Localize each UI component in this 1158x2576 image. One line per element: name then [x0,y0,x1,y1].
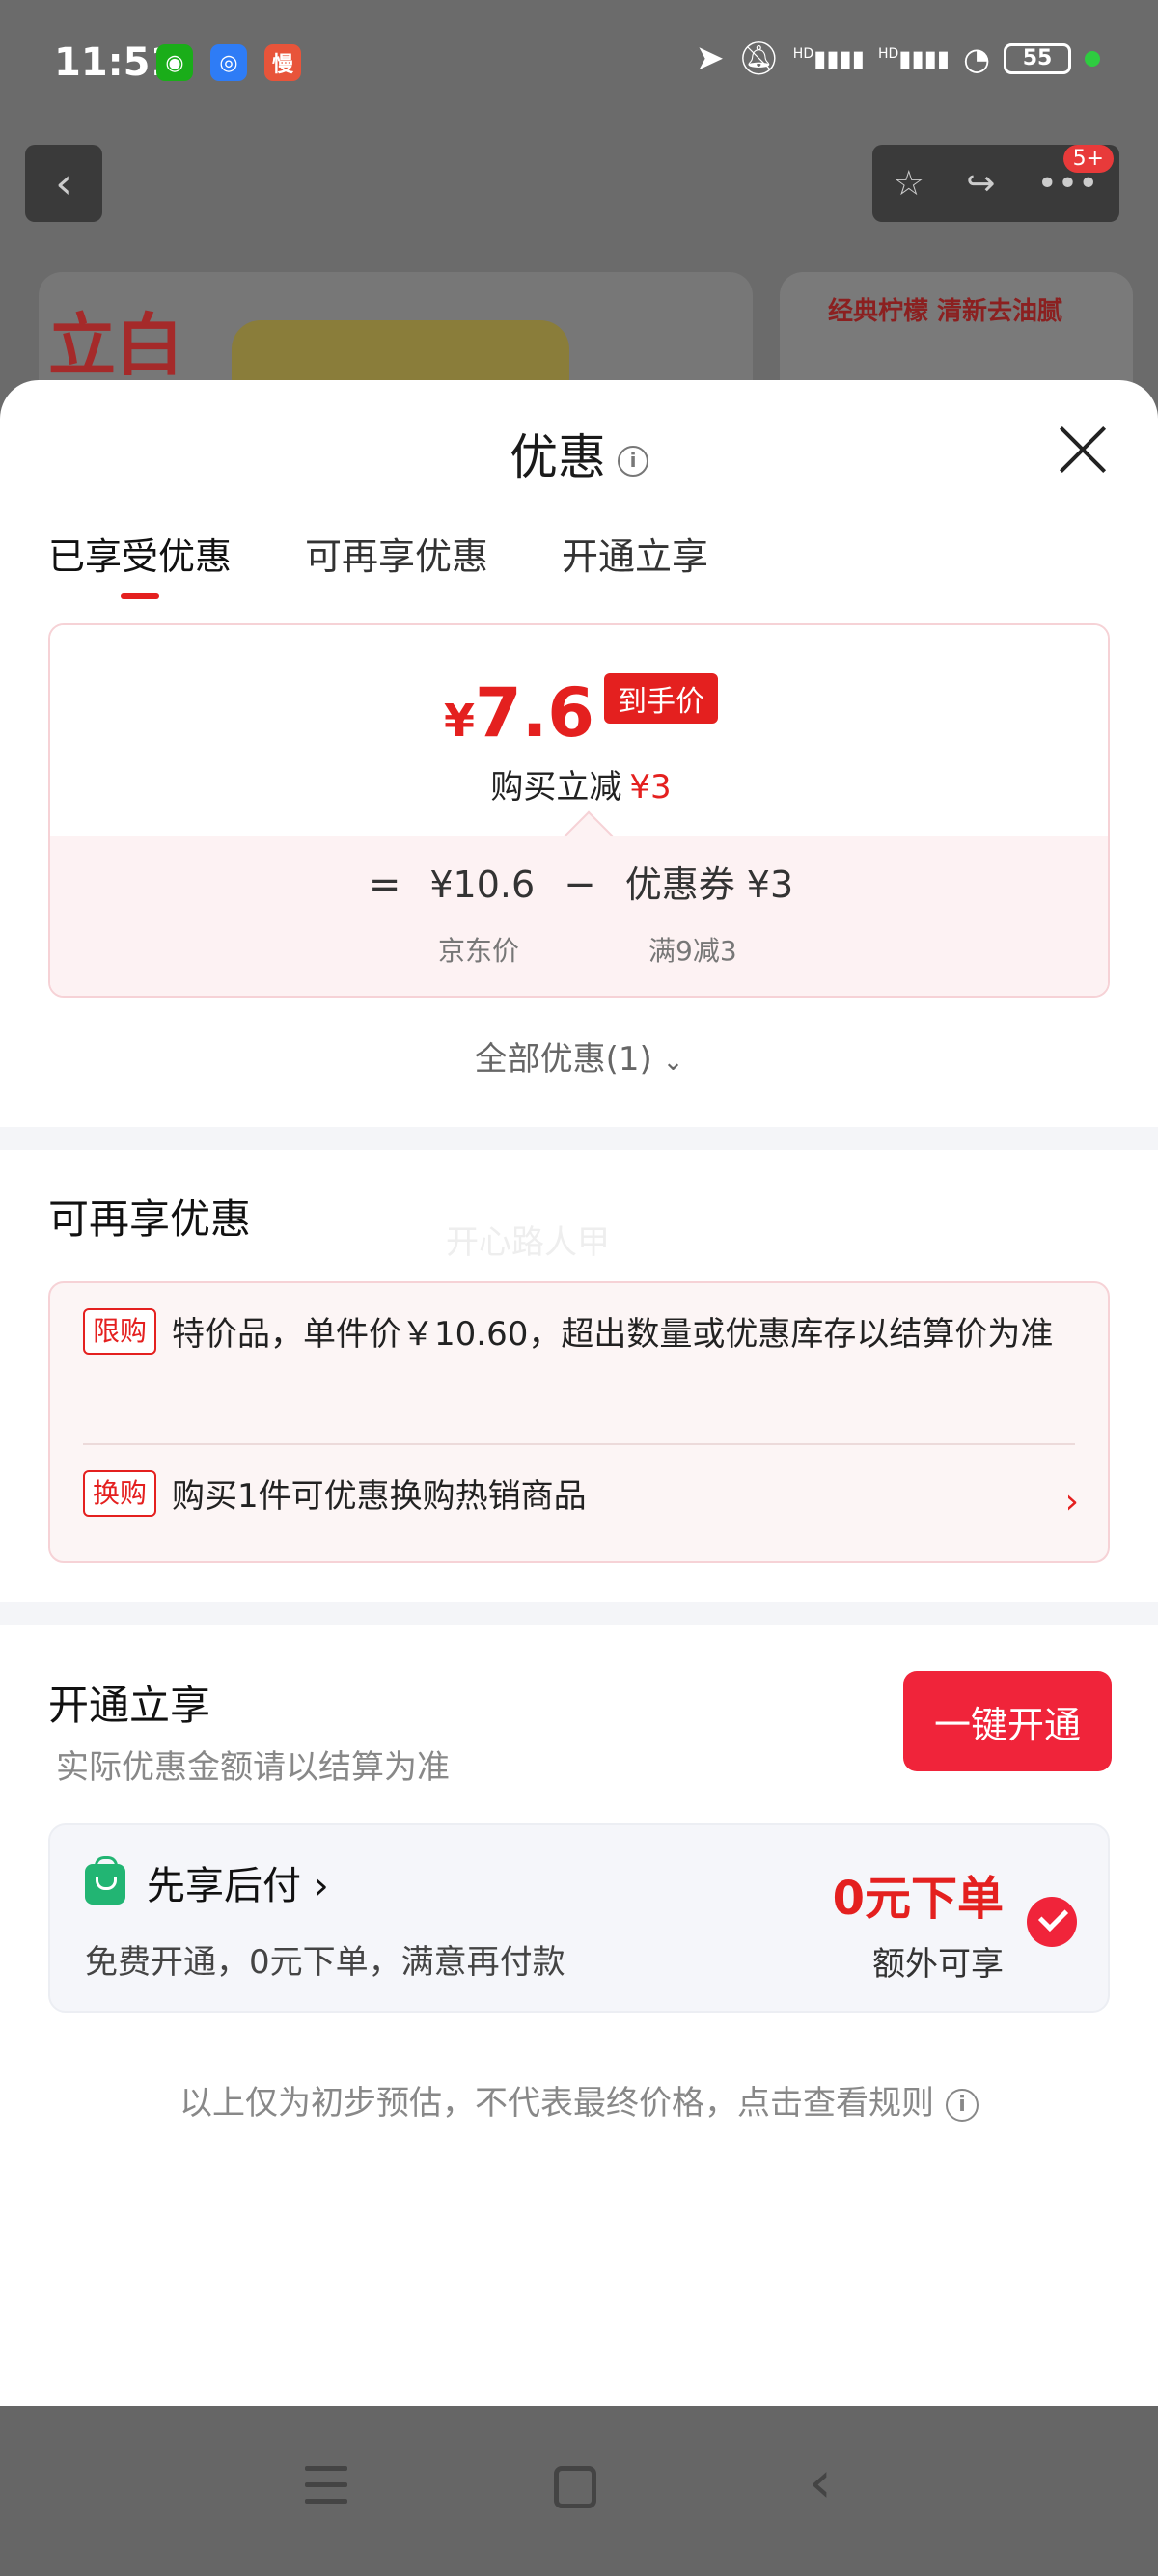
system-nav-bar: ‹ [0,2406,1158,2576]
sheet-title: 优惠 i [0,419,1158,488]
paylater-card[interactable]: 先享后付 › 免费开通，0元下单，满意再付款 0元下单 额外可享 [48,1823,1110,2013]
location-icon: ➤ [695,39,725,78]
battery-icon: 55 [1004,42,1071,74]
promo-item-limit: 限购 特价品，单件价￥10.60，超出数量或优惠库存以结算价为准 [83,1308,1075,1360]
minus-sign: − [564,863,596,907]
paylater-title-text: 先享后付 [147,1864,301,1908]
promo-tag: 限购 [83,1308,157,1355]
tab-enjoyed[interactable]: 已享受优惠 [48,527,232,599]
paylater-desc: 免费开通，0元下单，满意再付款 [85,1943,565,1982]
saving-amount: ¥3 [629,768,672,807]
more-section-title: 可再享优惠 [48,1195,252,1243]
shopping-bag-icon [85,1856,125,1905]
final-price-value: 7.6 [475,673,595,753]
tab-open[interactable]: 开通立享 [562,527,708,599]
rules-footnote[interactable]: 以上仅为初步预估，不代表最终价格，点击查看规则 i [0,2076,1158,2124]
header-actions: ☆ ↪ ••• 5+ [872,145,1119,222]
promo-card: 限购 特价品，单件价￥10.60，超出数量或优惠库存以结算价为准 换购 购买1件… [48,1281,1110,1563]
wifi-icon: ◔ [963,40,990,77]
mute-icon: 🔕︎ [737,39,780,78]
chevron-right-icon: › [313,1864,329,1908]
home-icon[interactable] [554,2466,596,2508]
discount-sheet: 优惠 i 已享受优惠 可再享优惠 开通立享 ¥7.6 到手价 购买立减 ¥3 = ¥1… [0,380,1158,2406]
promo-separator [83,1443,1075,1445]
jd-price-label: 京东价 [438,935,520,967]
info-icon[interactable]: i [946,2088,979,2122]
brand-logo-text: 立白 [48,306,183,385]
product-tag: 经典柠檬 清新去油腻 [828,297,1063,326]
signal-icon: HD▮▮▮▮ [792,44,865,72]
promo-item-exchange[interactable]: 换购 购买1件可优惠换购热销商品 [83,1470,1075,1522]
chevron-right-icon[interactable]: › [1065,1482,1079,1521]
wechat-icon: ◉ [156,44,193,81]
paylater-amount: 0元下单 [832,1872,1004,1926]
promo-tag: 换购 [83,1470,157,1517]
message-badge: 5+ [1062,145,1114,173]
final-price: ¥7.6 到手价 [50,673,1108,753]
section-divider [0,1602,1158,1625]
final-price-badge: 到手价 [604,673,719,724]
signal-icon-2: HD▮▮▮▮ [877,44,951,72]
info-icon[interactable]: i [618,445,648,477]
share-icon[interactable]: ↪ [966,164,995,204]
all-discounts-toggle[interactable]: 全部优惠(1) ⌄ [0,1032,1158,1080]
equals-sign: = [368,863,401,907]
discount-tabs: 已享受优惠 可再享优惠 开通立享 [48,527,708,599]
currency-symbol: ¥ [443,695,475,747]
coupon-amount: 优惠券 ¥3 [624,863,794,906]
status-indicators: ➤ 🔕︎ HD▮▮▮▮ HD▮▮▮▮ ◔ 55 [695,39,1100,78]
product-page-header: ‹ ☆ ↪ ••• 5+ 立白 经典柠檬 清新去油腻 [0,131,1158,426]
slow-app-icon: 慢 [264,44,301,81]
coupon-condition: 满9减3 [648,935,737,967]
menu-icon[interactable] [305,2466,347,2508]
watermark: 开心路人甲 [446,1223,610,1262]
promo-text: 特价品，单件价￥10.60，超出数量或优惠库存以结算价为准 [172,1315,1054,1354]
alarm-app-icon: ◎ [210,44,247,81]
chevron-down-icon: ⌄ [662,1048,684,1077]
star-icon[interactable]: ☆ [894,164,924,204]
open-section-title: 开通立享 [48,1682,211,1729]
paylater-extra: 额外可享 [872,1945,1004,1984]
section-divider [0,1127,1158,1150]
open-section-subtitle: 实际优惠金额请以结算为准 [56,1748,450,1787]
price-formula: = ¥10.6 − 优惠券 ¥3 [50,855,1108,908]
jd-price: ¥10.6 [429,863,536,906]
saving-line: 购买立减 ¥3 [50,760,1108,808]
privacy-dot [1085,50,1100,67]
all-discounts-label: 全部优惠(1) [474,1040,652,1079]
price-card: ¥7.6 到手价 购买立减 ¥3 = ¥10.6 − 优惠券 ¥3 京东价 满9减3 [48,623,1110,998]
status-bar: 11:51 ◉ ◎ 慢 ➤ 🔕︎ HD▮▮▮▮ HD▮▮▮▮ ◔ 55 [0,0,1158,131]
promo-text: 购买1件可优惠换购热销商品 [172,1477,587,1516]
back-icon[interactable]: ‹ [809,2449,832,2516]
close-button[interactable] [1056,423,1110,477]
checkmark-icon[interactable] [1027,1897,1077,1947]
saving-label: 购买立减 [490,768,622,807]
footnote-text: 以上仅为初步预估，不代表最终价格，点击查看规则 [179,2084,934,2123]
back-button[interactable]: ‹ [25,145,102,222]
sheet-title-text: 优惠 [510,429,606,485]
one-click-open-button[interactable]: 一键开通 [903,1671,1112,1771]
tab-more[interactable]: 可再享优惠 [305,527,488,599]
paylater-title[interactable]: 先享后付 › [147,1854,329,1910]
